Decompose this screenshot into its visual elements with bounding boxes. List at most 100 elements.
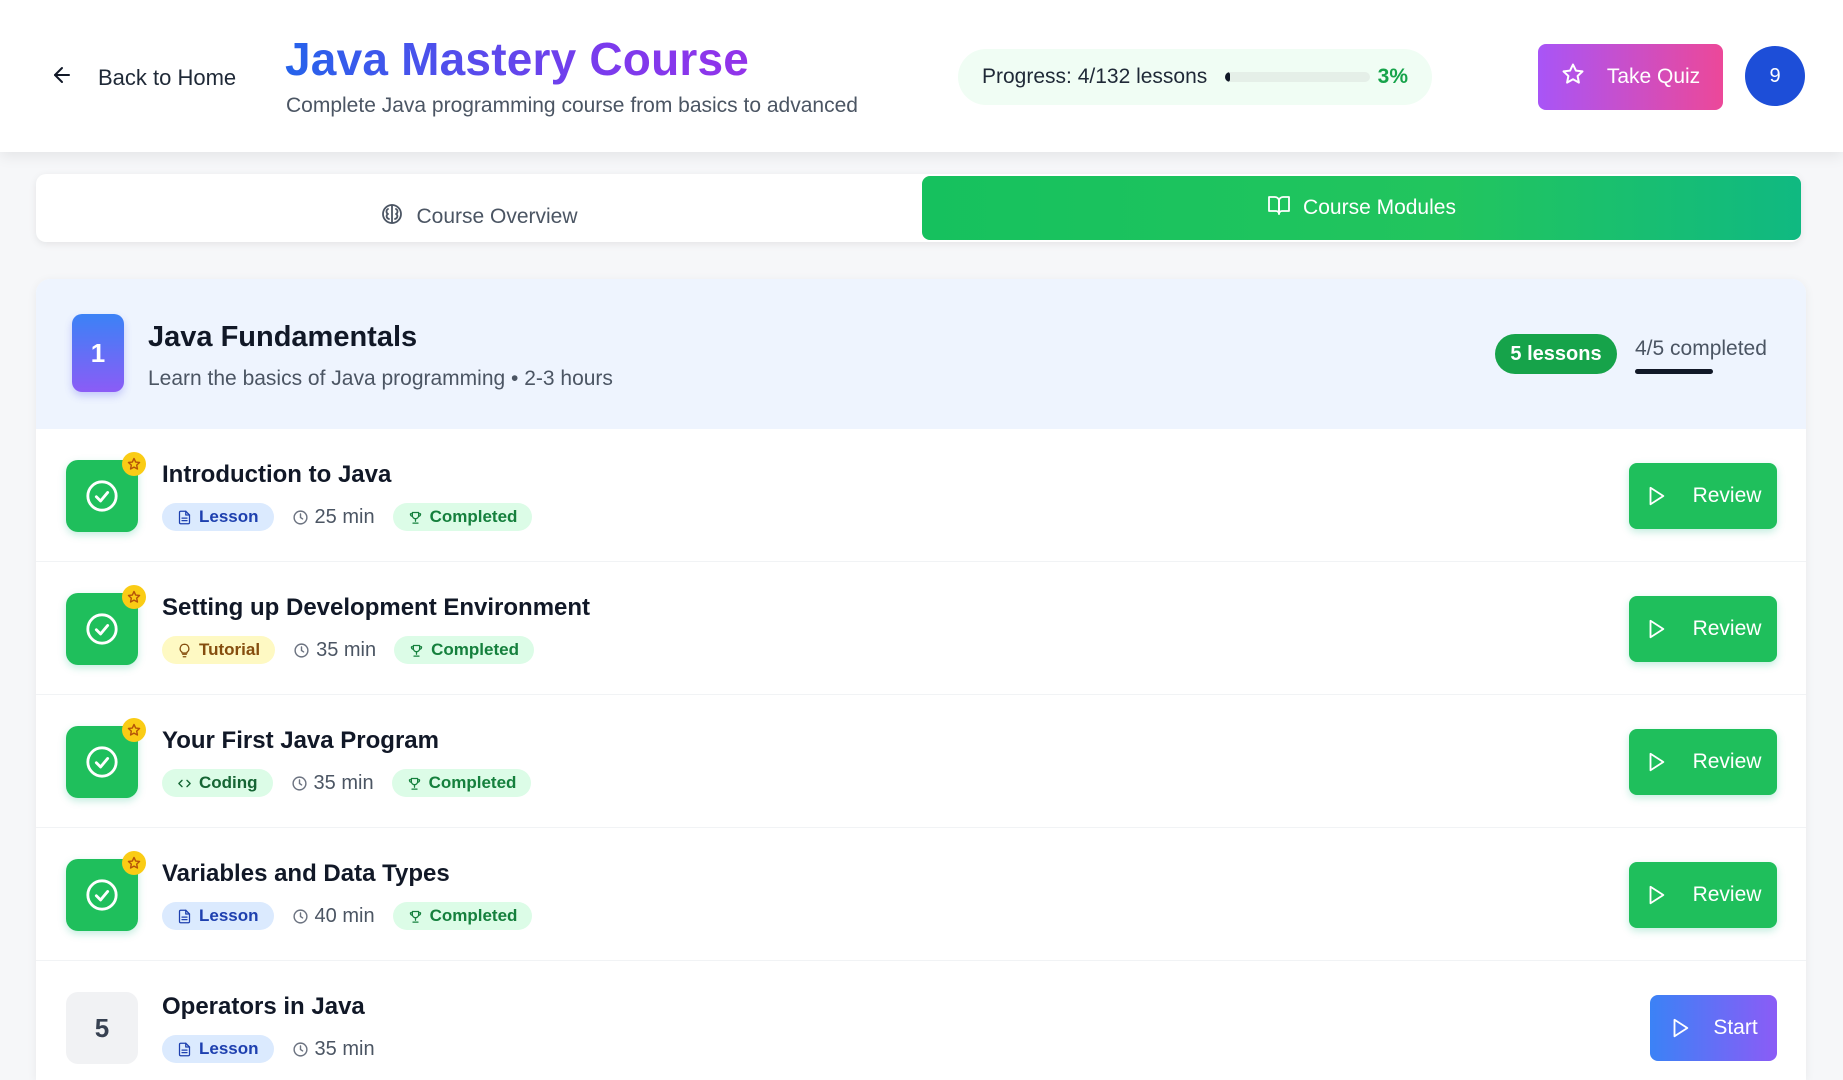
lesson-duration: 25 min: [292, 506, 375, 529]
completed-check-icon: [66, 718, 146, 798]
lesson-meta: Lesson 35 min: [162, 1034, 375, 1064]
duration-label: 35 min: [314, 1037, 375, 1060]
review-button[interactable]: Review: [1629, 596, 1777, 662]
tab-label: Course Modules: [1303, 196, 1456, 219]
progress-percent: 3%: [1377, 65, 1408, 88]
review-label: Review: [1692, 484, 1762, 507]
trophy-icon: [410, 644, 423, 657]
status-label: Completed: [431, 640, 519, 659]
trophy-icon: [409, 910, 421, 923]
take-quiz-button[interactable]: Take Quiz: [1538, 44, 1723, 110]
lightbulb-icon: [179, 643, 190, 657]
review-label: Review: [1692, 883, 1762, 906]
avatar[interactable]: 9: [1745, 46, 1805, 106]
lesson-title: Variables and Data Types: [162, 860, 450, 887]
status-badge: Completed: [394, 636, 534, 664]
duration-label: 25 min: [314, 505, 375, 528]
progress-indicator: Progress: 4/132 lessons 3%: [958, 49, 1432, 105]
lesson-title: Setting up Development Environment: [162, 594, 591, 621]
file-text-icon: [178, 909, 191, 923]
lesson-type-label: Lesson: [199, 1039, 259, 1058]
file-text-icon: [178, 1042, 191, 1056]
module-description: Learn the basics of Java programming • 2…: [148, 367, 613, 390]
lesson-meta: Coding 35 min Completed: [162, 768, 532, 798]
status-label: Completed: [429, 906, 518, 925]
tab-label: Course Overview: [416, 205, 578, 228]
lesson-title: Introduction to Java: [162, 461, 392, 488]
clock-icon: [294, 642, 309, 658]
duration-label: 35 min: [313, 771, 374, 794]
lesson-row[interactable]: 5 Operators in Java Lesson 35 min Start: [36, 961, 1806, 1080]
review-button[interactable]: Review: [1629, 862, 1777, 928]
status-badge: Completed: [392, 902, 533, 930]
lesson-type-badge: Lesson: [162, 902, 274, 930]
lesson-duration: 35 min: [293, 639, 376, 662]
clock-icon: [292, 1041, 308, 1057]
play-icon: [1649, 619, 1664, 639]
top-header: Back to Home Java Mastery Course Complet…: [0, 0, 1843, 152]
review-button[interactable]: Review: [1629, 729, 1777, 795]
status-label: Completed: [429, 507, 518, 526]
tab-course-overview[interactable]: Course Overview: [36, 174, 922, 242]
file-text-icon: [178, 510, 191, 524]
module-card: 1 Java Fundamentals Learn the basics of …: [36, 279, 1806, 1080]
tab-course-modules[interactable]: Course Modules: [922, 176, 1801, 240]
lesson-duration: 35 min: [291, 772, 374, 795]
lesson-type-badge: Lesson: [162, 503, 274, 531]
module-header[interactable]: 1 Java Fundamentals Learn the basics of …: [36, 279, 1806, 429]
completed-progress-bar: [1635, 369, 1713, 374]
duration-label: 40 min: [314, 904, 375, 927]
code-icon: [178, 779, 191, 787]
progress-bar: [1225, 72, 1371, 82]
status-badge: Completed: [391, 769, 532, 797]
clock-icon: [292, 908, 308, 924]
status-badge: Completed: [392, 503, 533, 531]
lesson-type-label: Coding: [199, 773, 258, 792]
brain-icon: [380, 202, 404, 232]
review-label: Review: [1692, 617, 1762, 640]
lesson-meta: Lesson 40 min Completed: [162, 901, 533, 931]
lesson-row[interactable]: Variables and Data Types Lesson 40 min C…: [36, 828, 1806, 961]
lesson-meta: Lesson 25 min Completed: [162, 502, 533, 532]
completed-check-icon: [66, 851, 146, 931]
lesson-type-label: Tutorial: [199, 640, 261, 659]
lesson-title: Operators in Java: [162, 993, 365, 1020]
clock-icon: [292, 509, 308, 525]
lesson-type-badge: Tutorial: [162, 636, 276, 664]
lesson-row[interactable]: Your First Java Program Coding 35 min Co…: [36, 695, 1806, 828]
book-open-icon: [1267, 193, 1291, 223]
lesson-duration: 35 min: [292, 1038, 375, 1061]
trophy-icon: [409, 511, 421, 524]
lessons-count-badge: 5 lessons: [1495, 334, 1617, 374]
back-label: Back to Home: [98, 65, 237, 90]
progress-label: Progress: 4/132 lessons: [982, 65, 1208, 88]
trophy-icon: [408, 777, 420, 790]
take-quiz-label: Take Quiz: [1606, 65, 1701, 88]
course-tabs: Course Overview Course Modules: [36, 174, 1801, 242]
progress-bar-fill: [1225, 72, 1230, 82]
completed-check-icon: [66, 585, 146, 665]
lesson-row[interactable]: Setting up Development Environment Tutor…: [36, 562, 1806, 695]
duration-label: 35 min: [316, 638, 377, 661]
lesson-duration: 40 min: [292, 905, 375, 928]
course-subtitle: Complete Java programming course from ba…: [286, 94, 858, 117]
lesson-type-label: Lesson: [199, 507, 259, 526]
star-icon: [122, 585, 146, 609]
clock-icon: [291, 775, 307, 791]
play-icon: [1649, 752, 1664, 772]
star-icon: [122, 851, 146, 875]
module-title: Java Fundamentals: [148, 321, 418, 353]
play-icon: [1649, 486, 1664, 506]
back-to-home-link[interactable]: Back to Home: [50, 58, 236, 98]
status-label: Completed: [428, 773, 517, 792]
star-icon: [1561, 62, 1585, 92]
lesson-type-badge: Lesson: [162, 1035, 274, 1063]
lesson-row[interactable]: Introduction to Java Lesson 25 min Compl…: [36, 429, 1806, 562]
star-icon: [122, 718, 146, 742]
review-label: Review: [1692, 750, 1762, 773]
review-button[interactable]: Review: [1629, 463, 1777, 529]
lesson-number: 5: [66, 992, 138, 1064]
play-icon: [1649, 885, 1664, 905]
play-icon: [1673, 1018, 1689, 1038]
start-button[interactable]: Start: [1650, 995, 1777, 1061]
